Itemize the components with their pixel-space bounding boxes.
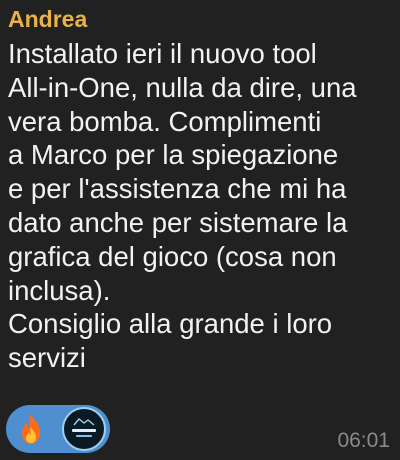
fire-icon	[22, 414, 40, 444]
avatar-logo-marks	[72, 429, 96, 437]
avatar-logo-icon	[73, 418, 95, 426]
message-timestamp: 06:01	[337, 429, 390, 452]
user-avatar[interactable]	[62, 407, 106, 451]
sender-name[interactable]: Andrea	[8, 4, 87, 34]
reaction-chip[interactable]	[6, 405, 110, 453]
message-text: Installato ieri il nuovo tool All-in-One…	[8, 38, 357, 374]
message-bubble[interactable]: Andrea Installato ieri il nuovo tool All…	[0, 0, 400, 460]
